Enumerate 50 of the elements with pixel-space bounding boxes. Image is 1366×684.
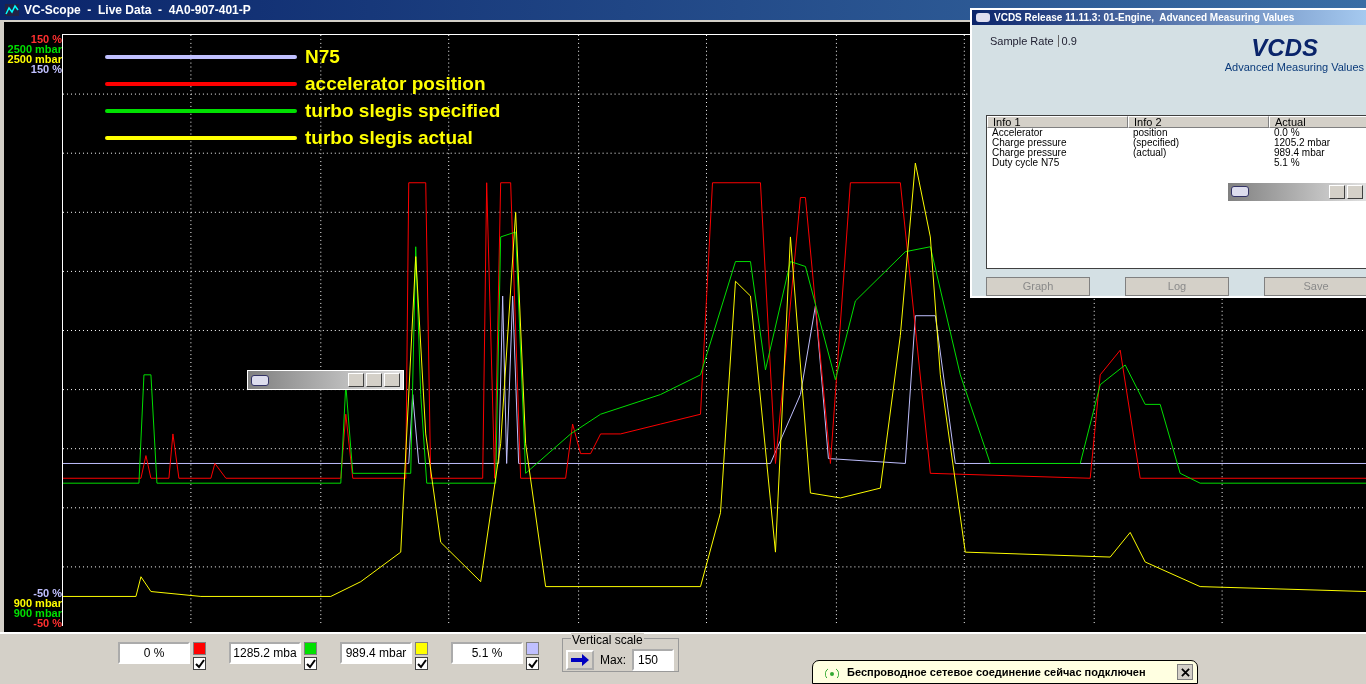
max-label: Max:	[600, 653, 626, 667]
axis-label: 900 mbar	[13, 598, 62, 608]
value-field[interactable]: 989.4 mbar	[340, 642, 412, 664]
wireless-icon	[825, 666, 839, 678]
table-cell: 0.0 %	[1274, 126, 1300, 138]
minimized-window[interactable]	[1227, 181, 1366, 202]
legend-label: turbo slegis actual	[305, 126, 473, 149]
table-cell: 5.1 %	[1274, 156, 1300, 168]
axis-label: 2500 mbar	[7, 54, 62, 64]
apply-button[interactable]	[566, 650, 594, 670]
checkbox[interactable]	[304, 657, 317, 670]
checkbox[interactable]	[526, 657, 539, 670]
subtitle: Advanced Measuring Values	[1224, 61, 1364, 74]
column-header[interactable]: Info 1	[987, 115, 1128, 128]
table-cell: Duty cycle N75	[992, 156, 1060, 168]
axis-label: -50 %	[33, 618, 62, 628]
window-title: VC-Scope - Live Data - 4A0-907-401-P	[24, 3, 251, 17]
notification-text: Беспроводное сетевое соединение сейчас подключен	[847, 666, 1147, 678]
axis-label: 150 %	[30, 64, 62, 74]
minimized-window[interactable]	[247, 370, 404, 390]
value-field[interactable]: 1285.2 mba	[229, 642, 301, 664]
table-cell: Charge pressure	[992, 136, 1067, 148]
table-cell: 1205.2 mbar	[1274, 136, 1331, 148]
sample-rate-value: 0.9	[1057, 35, 1077, 48]
table-cell: 989.4 mbar	[1274, 146, 1325, 158]
axis-label: 2500 mbar	[7, 44, 62, 54]
axis-label: 150 %	[30, 34, 62, 44]
legend-label: accelerator position	[305, 72, 486, 95]
window-title: VCDS Release 11.11.3: 01-Engine, Advanced Measuring Values	[994, 12, 1295, 24]
scope-icon	[4, 2, 20, 18]
axis-label: 900 mbar	[13, 608, 62, 618]
table-cell: (specified)	[1133, 136, 1180, 148]
table-cell: Accelerator	[992, 126, 1043, 138]
legend-label: N75	[305, 45, 340, 68]
value-field[interactable]: 5.1 %	[451, 642, 523, 664]
column-header[interactable]: Actual	[1269, 115, 1366, 128]
checkbox[interactable]	[193, 657, 206, 670]
column-header[interactable]: Info 2	[1128, 115, 1269, 128]
value-field[interactable]: 0 %	[118, 642, 190, 664]
table-cell: position	[1133, 126, 1168, 138]
max-field[interactable]: 150	[632, 649, 674, 671]
axis-label: -50 %	[33, 588, 62, 598]
close-button[interactable]	[1177, 664, 1193, 680]
legend-label: turbo slegis specified	[305, 99, 501, 122]
table-cell: (actual)	[1133, 146, 1167, 158]
checkbox[interactable]	[415, 657, 428, 670]
table-cell: Charge pressure	[992, 146, 1067, 158]
group-label: Vertical scale	[571, 633, 644, 647]
sample-rate-label: Sample Rate	[990, 35, 1054, 48]
logo: VCDS	[1251, 35, 1318, 62]
